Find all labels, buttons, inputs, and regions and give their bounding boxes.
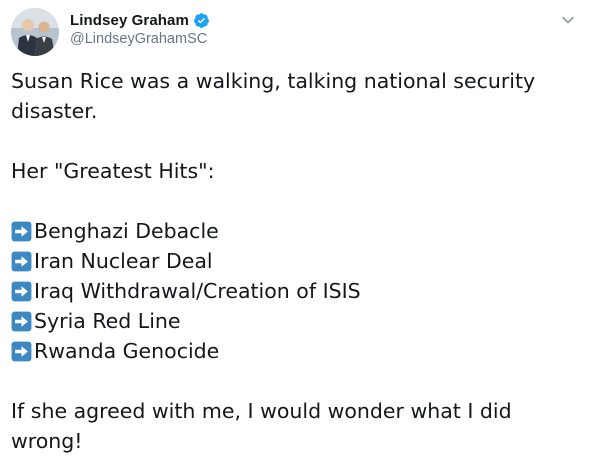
- chevron-down-icon[interactable]: [560, 12, 576, 28]
- list-item-label: Iran Nuclear Deal: [34, 249, 213, 273]
- right-arrow-emoji-icon: [11, 221, 32, 241]
- tweet-paragraph: Susan Rice was a walking, talking nation…: [11, 69, 536, 123]
- tweet-closing: If she agreed with me, I would wonder wh…: [11, 399, 512, 453]
- author-handle[interactable]: @LindseyGrahamSC: [70, 31, 207, 47]
- list-item-label: Syria Red Line: [34, 309, 181, 333]
- display-name[interactable]: Lindsey Graham: [70, 12, 189, 29]
- tweet-text: Susan Rice was a walking, talking nation…: [11, 66, 576, 456]
- list-item: Iran Nuclear Deal: [11, 246, 576, 276]
- author-name-row[interactable]: Lindsey Graham: [70, 10, 210, 30]
- list-item-label: Iraq Withdrawal/Creation of ISIS: [34, 279, 361, 303]
- tweet: Lindsey Graham @LindseyGrahamSC Susan Ri…: [0, 0, 590, 466]
- verified-badge-icon: [194, 12, 209, 28]
- list-item-label: Rwanda Genocide: [34, 339, 220, 363]
- list-item: Benghazi Debacle: [11, 216, 576, 246]
- right-arrow-emoji-icon: [11, 311, 32, 331]
- avatar[interactable]: [11, 8, 59, 56]
- tweet-paragraph: Her "Greatest Hits":: [11, 159, 215, 183]
- right-arrow-emoji-icon: [11, 281, 32, 301]
- list-item: Syria Red Line: [11, 306, 576, 336]
- list-item: Rwanda Genocide: [11, 336, 576, 366]
- list-item: Iraq Withdrawal/Creation of ISIS: [11, 276, 576, 306]
- list-item-label: Benghazi Debacle: [34, 219, 219, 243]
- right-arrow-emoji-icon: [11, 341, 32, 361]
- right-arrow-emoji-icon: [11, 251, 32, 271]
- profile-photo-icon: [11, 8, 59, 56]
